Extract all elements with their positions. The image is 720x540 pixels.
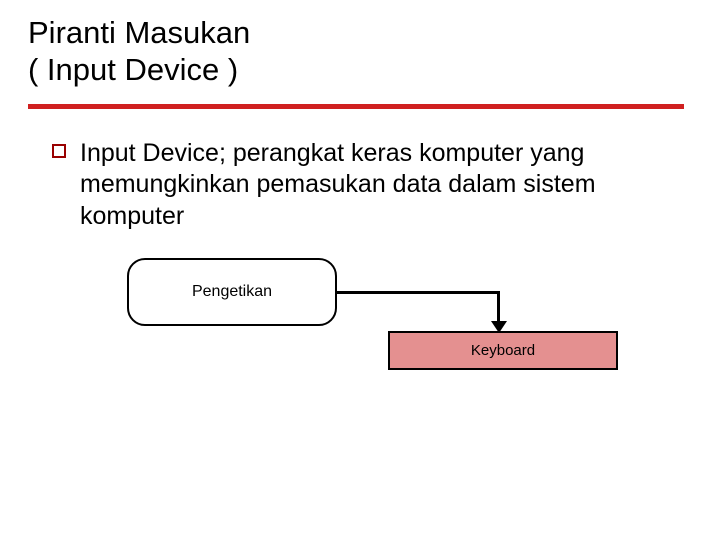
slide-title: Piranti Masukan ( Input Device ) [28, 14, 250, 88]
diagram-node-keyboard: Keyboard [388, 331, 618, 370]
node-typing-label: Pengetikan [192, 283, 272, 301]
title-underline [28, 104, 684, 109]
connector-horizontal [337, 291, 500, 294]
bullet-item: Input Device; perangkat keras komputer y… [52, 138, 672, 232]
connector-vertical [497, 291, 500, 324]
bullet-square-icon [52, 144, 66, 158]
title-line-1: Piranti Masukan [28, 15, 250, 50]
title-line-2: ( Input Device ) [28, 52, 238, 87]
diagram-node-typing: Pengetikan [127, 258, 337, 326]
bullet-text: Input Device; perangkat keras komputer y… [80, 138, 672, 232]
node-keyboard-label: Keyboard [471, 342, 535, 359]
